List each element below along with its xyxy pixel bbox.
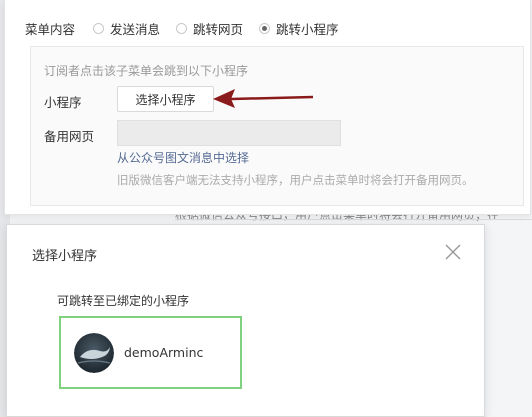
mini-program-name: demoArminc [124,345,204,360]
annotation-arrow-icon [213,89,314,108]
mini-program-label: 小程序 [44,95,82,110]
menu-content-row: 菜单内容 发送消息 跳转网页 跳转小程序 [25,19,355,38]
menu-content-label: 菜单内容 [25,22,76,37]
compatibility-note: 旧版微信客户端无法支持小程序，用户点击菜单时将会打开备用网页。 [117,173,474,187]
close-icon[interactable] [444,243,462,261]
radio-label[interactable]: 发送消息 [110,19,160,38]
mini-program-settings-box: 订阅者点击该子菜单会跳到以下小程序 小程序 选择小程序 备用网页 从公众号图文消… [30,46,524,206]
background-divider [175,219,532,220]
radio-circle-icon[interactable] [93,23,105,34]
radio-jump-webpage[interactable]: 跳转网页 [176,19,243,38]
backup-webpage-label: 备用网页 [44,129,95,144]
radio-send-message[interactable]: 发送消息 [93,19,160,38]
radio-checked-icon[interactable] [259,23,271,34]
select-mini-program-button[interactable]: 选择小程序 [117,86,214,112]
radio-circle-icon[interactable] [176,23,188,34]
dialog-title: 选择小程序 [32,249,98,264]
whale-avatar-icon [74,333,114,373]
avatar [74,333,114,373]
mini-program-card[interactable]: demoArminc [59,316,242,389]
dialog-subtitle: 可跳转至已绑定的小程序 [57,294,190,308]
backup-webpage-input[interactable] [117,120,341,146]
mini-program-hint: 订阅者点击该子菜单会跳到以下小程序 [44,64,249,78]
select-mini-program-dialog: 选择小程序 可跳转至已绑定的小程序 demoArminc [6,224,485,417]
radio-jump-mini-program[interactable]: 跳转小程序 [259,19,339,38]
radio-label[interactable]: 跳转网页 [193,19,243,38]
select-from-articles-link[interactable]: 从公众号图文消息中选择 [117,149,249,166]
radio-label[interactable]: 跳转小程序 [276,19,339,38]
